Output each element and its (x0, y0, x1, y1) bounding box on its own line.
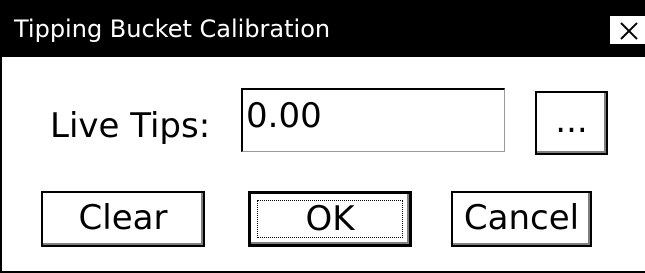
live-tips-label: Live Tips: (50, 106, 211, 146)
cancel-button[interactable]: Cancel (451, 191, 592, 247)
window-title: Tipping Bucket Calibration (14, 15, 331, 43)
close-button[interactable] (608, 14, 645, 46)
close-icon (620, 22, 638, 40)
tipping-bucket-calibration-dialog: Tipping Bucket Calibration Live Tips: 0.… (0, 0, 645, 273)
clear-button[interactable]: Clear (41, 191, 205, 247)
ok-button-label: OK (305, 199, 355, 239)
live-tips-field[interactable]: 0.00 (241, 88, 505, 152)
browse-button[interactable]: ... (535, 91, 608, 155)
title-bar: Tipping Bucket Calibration (2, 0, 645, 57)
ok-button[interactable]: OK (248, 191, 412, 247)
